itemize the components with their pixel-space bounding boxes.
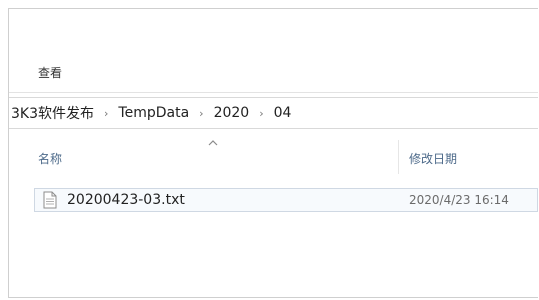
text-file-icon — [43, 191, 57, 209]
breadcrumb[interactable]: 3K3软件发布 › TempData › 2020 › 04 — [9, 97, 538, 129]
file-name: 20200423-03.txt — [67, 192, 185, 208]
breadcrumb-item-root[interactable]: 3K3软件发布 — [9, 103, 100, 123]
breadcrumb-separator-icon[interactable]: › — [255, 107, 267, 120]
sort-ascending-icon — [208, 140, 218, 146]
ribbon-tab-view[interactable]: 查看 — [38, 64, 62, 81]
explorer-window — [8, 8, 538, 298]
column-header-date-modified[interactable]: 修改日期 — [409, 150, 457, 167]
file-list-row[interactable]: 20200423-03.txt 2020/4/23 16:14 — [34, 188, 538, 212]
column-header-name[interactable]: 名称 — [38, 150, 62, 167]
breadcrumb-item-month[interactable]: 04 — [268, 105, 298, 121]
column-divider[interactable] — [398, 140, 399, 174]
ribbon-divider — [9, 92, 538, 93]
file-date-modified: 2020/4/23 16:14 — [409, 193, 509, 207]
breadcrumb-separator-icon[interactable]: › — [195, 107, 207, 120]
breadcrumb-item-year[interactable]: 2020 — [208, 105, 256, 121]
breadcrumb-separator-icon[interactable]: › — [100, 107, 112, 120]
breadcrumb-item-tempdata[interactable]: TempData — [112, 105, 195, 121]
